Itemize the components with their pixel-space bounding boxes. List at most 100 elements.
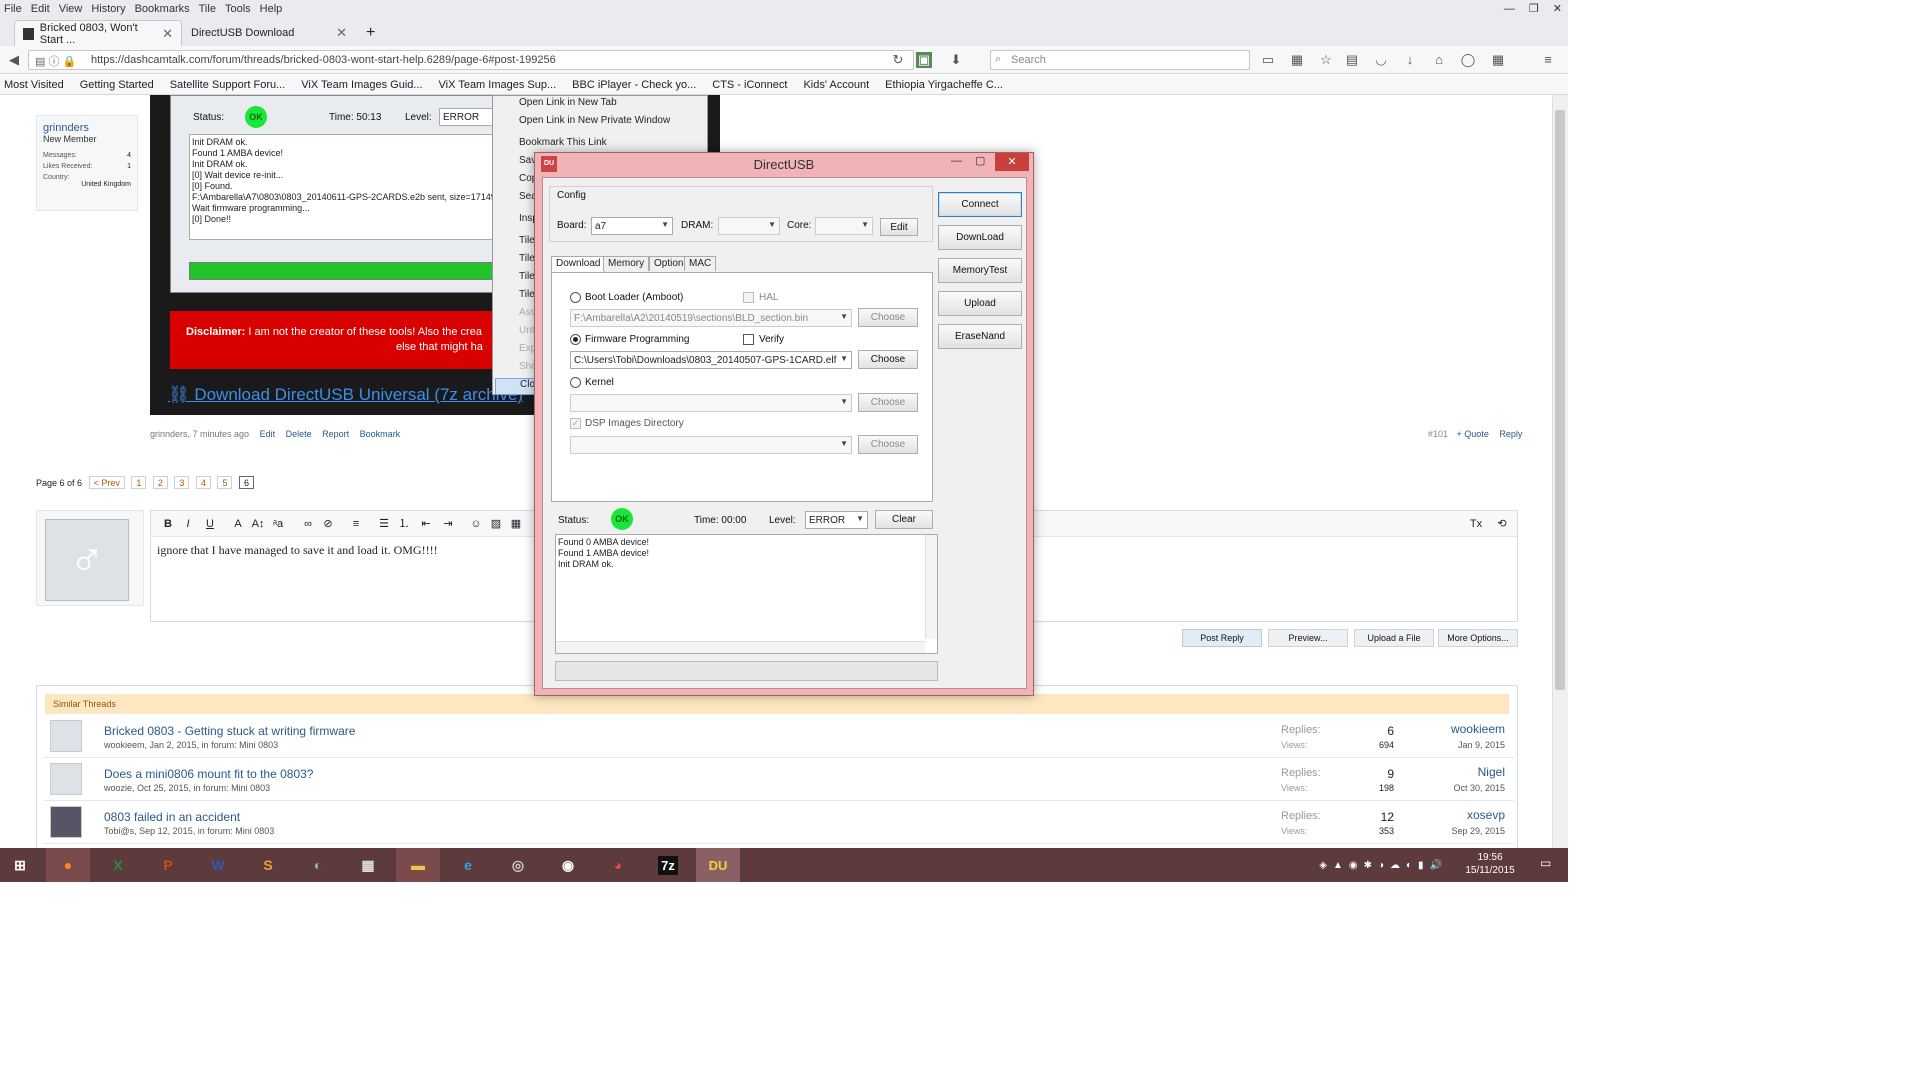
tab-option[interactable]: Option: [649, 256, 689, 271]
dsp-path-select[interactable]: ▼: [570, 436, 852, 454]
upload-file-button[interactable]: Upload a File: [1354, 629, 1434, 647]
thread-last-user[interactable]: xosevp: [1404, 808, 1505, 822]
log-output[interactable]: Found 0 AMBA device! Found 1 AMBA device…: [555, 534, 938, 654]
download-arrow-icon[interactable]: ⬇: [948, 52, 964, 68]
ie-icon[interactable]: e: [446, 848, 490, 882]
bookmark-vix-support[interactable]: ViX Team Images Sup...: [439, 79, 557, 91]
report-link[interactable]: Report: [322, 429, 349, 439]
notification-icon[interactable]: ▭: [1540, 856, 1556, 874]
bookmark-cts-iconnect[interactable]: CTS - iConnect: [712, 79, 787, 91]
hal-checkbox[interactable]: [743, 292, 754, 303]
menu-item[interactable]: Tile: [519, 235, 535, 246]
prev-page-button[interactable]: < Prev: [88, 476, 125, 489]
verify-checkbox[interactable]: [743, 334, 754, 345]
clear-button[interactable]: Clear: [875, 510, 933, 529]
directusb-icon[interactable]: DU: [696, 848, 740, 882]
menu-item[interactable]: Tile: [519, 271, 535, 282]
system-tray[interactable]: ◈▲◉✱◑☁◐▮🔊: [1319, 860, 1448, 871]
minimize-icon[interactable]: —: [1504, 3, 1515, 15]
bookmark-ethiopia[interactable]: Ethiopia Yirgacheffe C...: [885, 79, 1003, 91]
menu-bookmarks[interactable]: Bookmarks: [135, 3, 190, 15]
menu-open-new-tab[interactable]: Open Link in New Tab: [519, 97, 617, 108]
addon-icon[interactable]: ▣: [916, 52, 932, 68]
edit-link[interactable]: Edit: [260, 429, 276, 439]
dialog-close-button[interactable]: ✕: [995, 153, 1029, 171]
tab-bricked-0803[interactable]: Bricked 0803, Won't Start ... ✕: [14, 20, 182, 46]
thread-last-user[interactable]: wookieem: [1404, 722, 1505, 736]
choose-bootloader-button[interactable]: Choose: [858, 308, 918, 327]
font-family-icon[interactable]: ᵃa: [269, 515, 287, 533]
close-tab-icon[interactable]: ✕: [162, 26, 173, 42]
outdent-icon[interactable]: ⇤: [417, 515, 435, 533]
bookmark-vix-guide[interactable]: ViX Team Images Guid...: [301, 79, 422, 91]
board-select[interactable]: a7 ▼: [591, 217, 673, 235]
menu-open-private[interactable]: Open Link in New Private Window: [519, 115, 670, 126]
clipboard-icon[interactable]: ▤: [1344, 52, 1360, 68]
chat-icon[interactable]: ◯: [1460, 52, 1476, 68]
bookmark-most-visited[interactable]: Most Visited: [4, 79, 64, 91]
erase-nand-button[interactable]: EraseNand: [938, 324, 1022, 349]
bullet-list-icon[interactable]: ☰: [375, 515, 393, 533]
remove-format-icon[interactable]: Tx: [1467, 515, 1485, 533]
core-select[interactable]: ▼: [815, 217, 873, 235]
firmware-radio[interactable]: [570, 334, 581, 345]
pocket-icon[interactable]: ◡: [1373, 52, 1389, 68]
preview-button[interactable]: Preview...: [1268, 629, 1348, 647]
bookmark-bbc-iplayer[interactable]: BBC iPlayer - Check yo...: [572, 79, 696, 91]
extension-icon[interactable]: ▦: [1490, 52, 1506, 68]
bookmark-kids-account[interactable]: Kids' Account: [803, 79, 869, 91]
restore-icon[interactable]: ❐: [1529, 2, 1539, 15]
dialog-minimize-icon[interactable]: —: [951, 155, 962, 167]
page-button[interactable]: 2: [152, 476, 168, 489]
url-bar[interactable]: ▤ ⓘ 🔒 https://dashcamtalk.com/forum/thre…: [28, 50, 914, 70]
tab-download[interactable]: Download: [551, 256, 606, 272]
bookmark-link[interactable]: Bookmark: [360, 429, 401, 439]
kernel-radio[interactable]: [570, 377, 581, 388]
menu-help[interactable]: Help: [260, 3, 283, 15]
more-options-button[interactable]: More Options...: [1438, 629, 1518, 647]
menu-item-highlighted[interactable]: Clo: [495, 378, 539, 395]
bootloader-radio[interactable]: [570, 292, 581, 303]
reload-icon[interactable]: ↻: [890, 52, 906, 68]
system-clock[interactable]: 19:56 15/11/2015: [1460, 851, 1520, 877]
menu-view[interactable]: View: [59, 3, 83, 15]
page-button[interactable]: 3: [174, 476, 190, 489]
bold-button[interactable]: B: [159, 515, 177, 533]
unlink-icon[interactable]: ⊘: [319, 515, 337, 533]
page-button[interactable]: 5: [217, 476, 233, 489]
firmware-path-select[interactable]: C:\Users\Tobi\Downloads\0803_20140507-GP…: [570, 351, 852, 369]
choose-firmware-button[interactable]: Choose: [858, 350, 918, 369]
edit-button[interactable]: Edit: [880, 218, 918, 236]
page-button[interactable]: 1: [131, 476, 147, 489]
italic-button[interactable]: I: [179, 515, 197, 533]
thread-last-user[interactable]: Nigel: [1404, 765, 1505, 779]
bootloader-path-select[interactable]: F:\Ambarella\A2\20140519\sections\BLD_se…: [570, 309, 852, 327]
menu-item[interactable]: Unt: [519, 325, 535, 336]
star-icon[interactable]: ☆: [1318, 52, 1334, 68]
tab-memory[interactable]: Memory: [603, 256, 650, 271]
menu-item[interactable]: Tile: [519, 253, 535, 264]
log-vscrollbar[interactable]: [925, 535, 937, 639]
indent-icon[interactable]: ⇥: [439, 515, 457, 533]
menu-tools[interactable]: Tools: [225, 3, 251, 15]
number-list-icon[interactable]: ⒈: [395, 515, 413, 533]
bookmark-satellite-support[interactable]: Satellite Support Foru...: [170, 79, 286, 91]
choose-kernel-button[interactable]: Choose: [858, 393, 918, 412]
align-icon[interactable]: ≡: [347, 515, 365, 533]
downloads-icon[interactable]: ↓: [1402, 52, 1418, 68]
powerpoint-icon[interactable]: P: [146, 848, 190, 882]
thread-title-link[interactable]: Does a mini0806 mount fit to the 0803?: [104, 767, 313, 781]
gimp-icon[interactable]: ◎: [496, 848, 540, 882]
reader-icon[interactable]: ▭: [1260, 52, 1276, 68]
home-icon[interactable]: ⌂: [1431, 52, 1447, 68]
camera-icon[interactable]: ◉: [546, 848, 590, 882]
menu-bookmark-link[interactable]: Bookmark This Link: [519, 137, 607, 148]
menu-history[interactable]: History: [91, 3, 125, 15]
page-button[interactable]: 4: [195, 476, 211, 489]
reply-link[interactable]: Reply: [1499, 429, 1522, 439]
toggle-bbcode-icon[interactable]: ⟲: [1493, 515, 1511, 533]
current-page-button[interactable]: 6: [239, 476, 255, 489]
menu-item[interactable]: Tile: [519, 289, 535, 300]
tab-directusb-download[interactable]: DirectUSB Download ✕: [183, 20, 355, 46]
close-icon[interactable]: ✕: [1553, 2, 1562, 15]
